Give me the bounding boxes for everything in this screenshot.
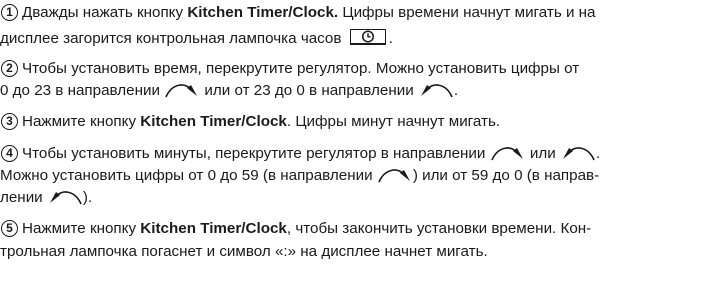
step-3-line-1: 3 Нажмите кнопку Kitchen Timer/Clock. Циф… [0,111,500,133]
step-number-2: 2 [1,60,18,77]
kitchen-timer-clock-label: Kitchen Timer/Clock. [187,4,339,21]
clockwise-arrow-icon [378,169,410,183]
step-1-line-2: дисплее загорится контрольная лампочка ч… [0,29,393,47]
step-1-line-1: 1 Дважды нажать кнопку Kitchen Timer/Cloc… [0,2,596,24]
counterclockwise-arrow-icon [420,84,453,98]
step-4-line-2: Можно установить цифры от 0 до 59 (в нап… [0,167,600,184]
step-4-line-3: лении ). [0,189,93,206]
step-2-line-1: 2 Чтобы установить время, перекрутите рег… [0,58,579,80]
clock-indicator-icon [349,29,386,45]
clockwise-arrow-icon [165,84,198,98]
kitchen-timer-clock-label: Kitchen Timer/Clock [140,113,287,130]
counterclockwise-arrow-icon [562,147,595,161]
clockwise-arrow-icon [490,147,523,161]
step-4-line-1: 4 Чтобы установить минуты, перекрутите ре… [0,143,600,165]
kitchen-timer-clock-label: Kitchen Timer/Clock [140,220,287,237]
step-number-4: 4 [1,145,18,162]
clock-icon [361,30,374,43]
counterclockwise-arrow-icon [49,191,82,205]
step-number-5: 5 [1,220,18,237]
step-number-3: 3 [1,113,18,130]
step-number-1: 1 [1,4,18,21]
step-5-line-1: 5 Нажмите кнопку Kitchen Timer/Clock, что… [0,218,591,240]
step-5-line-2: трольная лампочка погаснет и символ «:» … [0,243,488,260]
step-2-line-2: 0 до 23 в направлении или от 23 до 0 в н… [0,82,459,99]
